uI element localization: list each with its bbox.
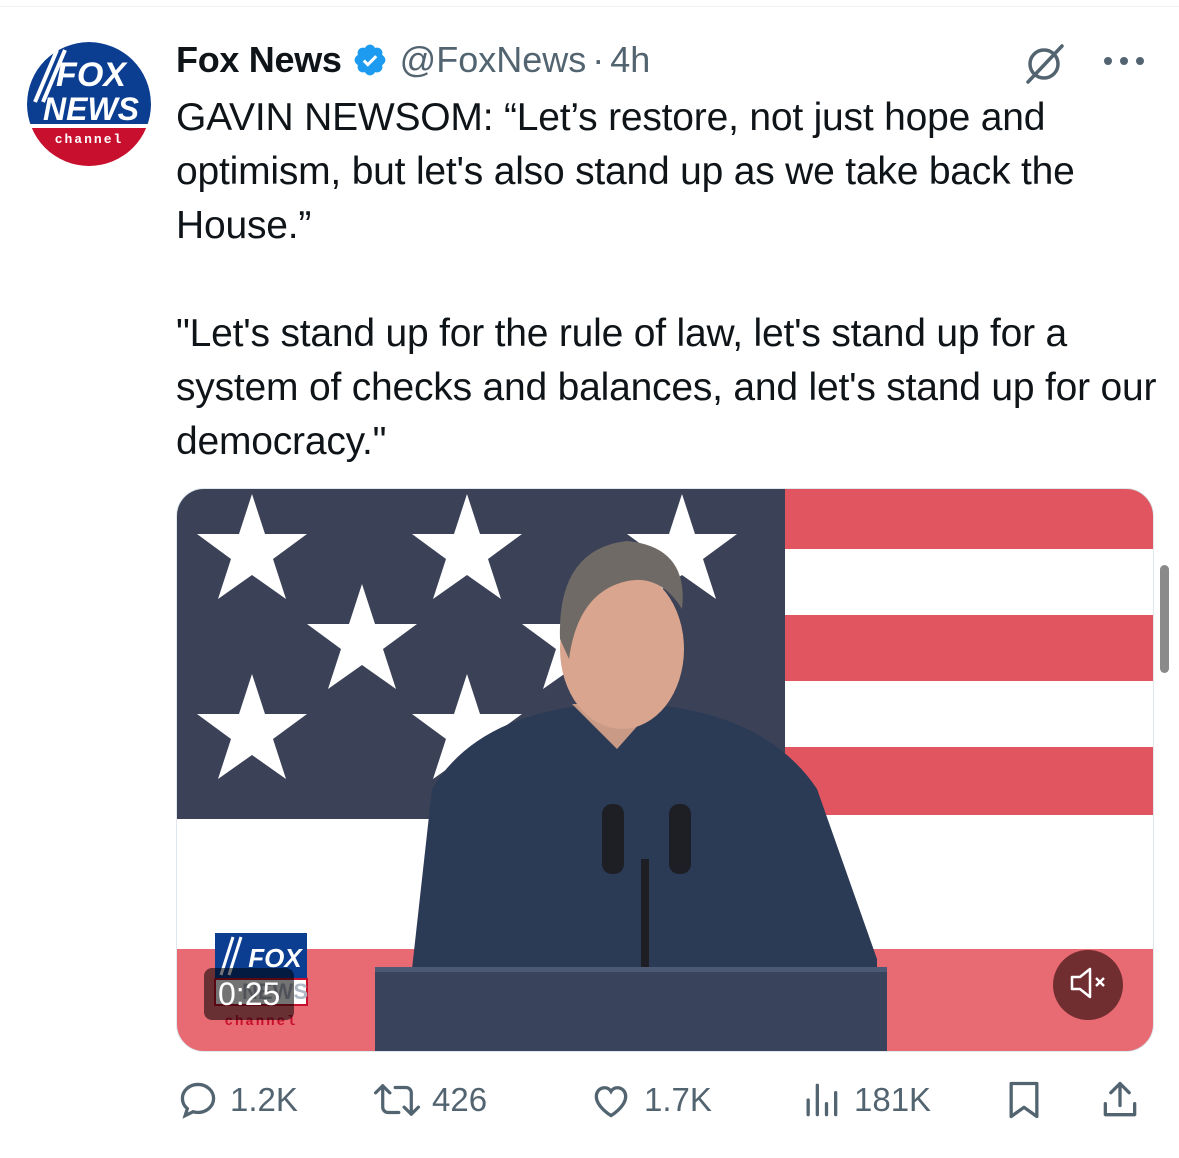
separator-dot: · <box>592 39 605 80</box>
mute-icon <box>1068 965 1108 1006</box>
views-count: 181K <box>854 1081 932 1118</box>
avatar-logo-mid: NEWS <box>43 91 140 127</box>
like-icon <box>594 1086 628 1118</box>
views-icon <box>806 1083 838 1117</box>
repost-count: 426 <box>432 1081 488 1118</box>
verified-badge-icon <box>352 42 388 78</box>
tweet-header: Fox News @FoxNews · 4h <box>176 38 650 82</box>
video-duration: 0:25 <box>204 968 295 1020</box>
avatar[interactable]: FOX NEWS channel <box>27 42 151 166</box>
repost-icon <box>373 1084 421 1116</box>
bookmark-button[interactable] <box>1002 1070 1056 1130</box>
scrollbar[interactable] <box>1160 565 1169 673</box>
mute-button[interactable] <box>1053 950 1123 1020</box>
reply-icon <box>180 1082 216 1119</box>
account-name[interactable]: Fox News <box>176 39 342 81</box>
reply-button[interactable]: 1.2K <box>176 1070 298 1130</box>
tweet-text: GAVIN NEWSOM: “Let’s restore, not just h… <box>176 96 1157 463</box>
more-icon[interactable] <box>1100 54 1148 68</box>
account-handle[interactable]: @FoxNews <box>400 39 587 81</box>
bookmark-icon <box>1009 1081 1039 1119</box>
like-count: 1.7K <box>644 1081 712 1118</box>
views-button[interactable]: 181K <box>798 1070 931 1130</box>
reply-count: 1.2K <box>230 1081 298 1118</box>
share-icon <box>1103 1081 1137 1117</box>
like-button[interactable]: 1.7K <box>588 1070 712 1130</box>
grok-icon[interactable] <box>1022 42 1066 86</box>
avatar-logo-top: FOX <box>56 56 128 94</box>
video-player[interactable]: FOX NEWS channel <box>176 488 1154 1052</box>
action-bar: 1.2K 426 1.7K 181K <box>176 1070 1156 1130</box>
top-divider <box>0 6 1179 7</box>
timestamp[interactable]: 4h <box>610 39 650 81</box>
repost-button[interactable]: 426 <box>372 1070 487 1130</box>
share-button[interactable] <box>1098 1070 1152 1130</box>
avatar-logo-bottom: channel <box>55 132 124 147</box>
